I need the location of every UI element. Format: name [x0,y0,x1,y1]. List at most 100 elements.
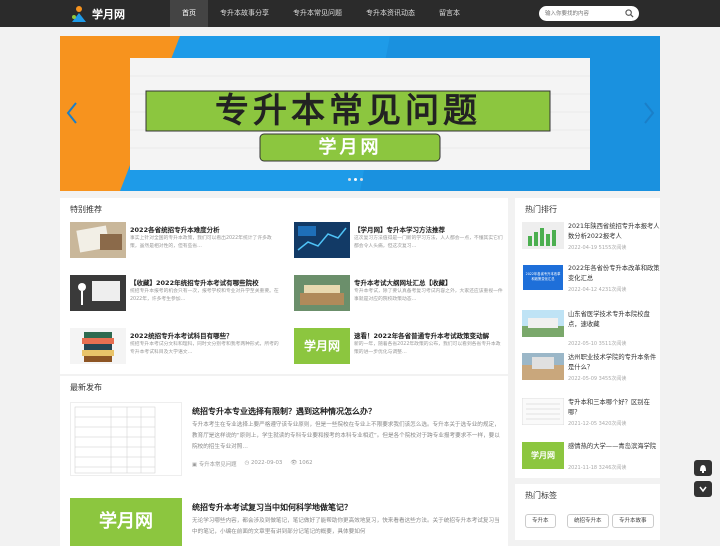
bell-icon [700,465,706,473]
recommend-item[interactable]: 【学月网】专升本学习方法推荐 这次复习方法值得是一门新的学习方法，人人都会一点，… [294,222,504,264]
hot-item-title: 达州职业技术学院的专升本条件是什么？ [568,354,657,371]
banner-dot[interactable] [360,178,363,181]
hot-thumbnail: 学月网 [522,442,564,469]
recommend-item-desc: 事实上针对全国的专升本政策，我们可以看出2022年统计了许多政策，虽然是相对性的… [130,236,272,249]
tags-panel: 热门标签 专升本 统招专升本 专升本故事 [515,484,660,540]
nav-stories[interactable]: 专升本故事分享 [208,0,281,27]
hot-item-title: 专升本和三本哪个好？区别在哪？ [568,399,650,416]
hot-item-title: 2021年陕西省统招专升本报考人数分析2022报考人 [568,223,660,240]
hot-item[interactable]: 学月网 感情热的大学——青岛滨海学院 2021-11-18 3246次阅读 [522,442,662,476]
banner-pagination [348,178,363,181]
nav-news[interactable]: 专升本资讯动态 [354,0,427,27]
top-navbar: 学月网 首页 专升本故事分享 专升本常见问题 专升本资讯动态 留言本 [0,0,720,27]
tag-item[interactable]: 专升本 [525,514,556,528]
recommend-item-title: 2022各省统招专升本难度分析 [130,226,220,234]
hot-thumbnail [522,353,564,380]
hot-item[interactable]: 山东省医学技术专升本院校盘点，速收藏 2022-05-10 3511次阅读 [522,310,662,347]
latest-panel: 最新发布 统招专升本专业选择有限制？遇到这种情况怎么办？ 专升本考生在专业选择上… [60,376,508,546]
news-thumbnail [70,402,182,476]
recommend-item-desc: 这次复习方法值得是一门新的学习方法，人人都会一点，不懂其实它们都会令人头痛，但这… [354,236,503,249]
main-nav: 首页 专升本故事分享 专升本常见问题 专升本资讯动态 留言本 [170,0,472,27]
site-name: 学月网 [92,7,125,21]
hero-banner[interactable]: 专升本常见问题 学月网 [60,36,660,191]
recommend-item-desc: 统招专升本考试分文科和理科，同时文分别考和我考两种形式，所考的专升本考试科目及大… [130,342,279,355]
thumbnail-logo-text: 学月网 [531,451,555,460]
news-category[interactable]: ▣ 专升本常见问题 [192,460,237,468]
recommend-panel: 特别推荐 2022各省统招专升本难度分析 事实上针对全国的专升本政策，我们可以看… [60,198,508,374]
recommend-item[interactable]: 2022统招专升本考试科目有哪些？ 统招专升本考试分文科和理科，同时文分别考和我… [70,328,280,370]
news-item[interactable]: 统招专升本专业选择有限制？遇到这种情况怎么办？ 专升本考生在专业选择上要严格遵守… [70,402,500,490]
hot-panel: 热门排行 2021年陕西省统招专升本报考人数分析2022报考人 2022-04-… [515,198,660,478]
hot-thumbnail: 2022年各省专升本改革和政策变化汇总 [522,264,564,291]
banner-prev-arrow[interactable] [65,101,79,125]
hot-item-meta: 2022-05-09 3455次阅读 [568,376,627,382]
hot-item[interactable]: 专升本和三本哪个好？区别在哪？ 2021-12-05 3420次阅读 [522,398,662,432]
hot-item-title: 2022年各省份专升本改革和政策变化汇总 [568,265,660,282]
banner-dot[interactable] [348,178,351,181]
banner-badge: 学月网 [318,137,382,158]
news-desc: 专升本考生在专业选择上要严格遵守该专业原则，但是一些院校在专业上不限要求我们该怎… [192,422,500,450]
search-input[interactable] [539,6,619,21]
banner-next-arrow[interactable] [642,101,656,125]
hot-item-meta: 2022-04-19 5155次阅读 [568,245,627,251]
nav-faq[interactable]: 专升本常见问题 [281,0,354,27]
hot-thumbnail [522,310,564,337]
tag-item[interactable]: 专升本故事 [612,514,654,528]
hot-item[interactable]: 2021年陕西省统招专升本报考人数分析2022报考人 2022-04-19 51… [522,222,662,256]
banner-headline: 专升本常见问题 [215,91,481,131]
recommend-item-desc: 新的一年，随着各省2022年政策的公布，我们可以看到各省专升本政策的进一步优化与… [354,342,501,355]
site-logo[interactable]: 学月网 [70,3,125,24]
recommend-thumbnail [294,222,350,258]
search-box [539,6,639,21]
news-title[interactable]: 统招专升本专业选择有限制？遇到这种情况怎么办？ [192,406,376,417]
recommend-item-title: 速看！2022年各省普通专升本考试政策变动解 [354,332,490,340]
search-icon[interactable] [625,9,634,18]
recommend-item-title: 【收藏】2022年统招专升本考试有哪些院校 [130,279,259,287]
hot-item[interactable]: 达州职业技术学院的专升本条件是什么？ 2022-05-09 3455次阅读 [522,353,662,387]
news-meta: ▣ 专升本常见问题 ◷ 2022-09-03 👁 1062 [192,460,313,468]
recommend-item-title: 专升本考试大纲网址汇总【收藏】 [354,279,452,287]
hot-item[interactable]: 2022年各省专升本改革和政策变化汇总 2022年各省份专升本改革和政策变化汇总… [522,264,662,298]
recommend-thumbnail [70,222,126,258]
news-views: 👁 1062 [290,460,313,466]
news-item[interactable]: 学月网 统招专升本考试复习当中如何科学地做笔记？ 无论学习哪些内容，都会涉及到做… [70,498,500,546]
nav-guestbook[interactable]: 留言本 [427,0,472,27]
recommend-thumbnail [70,275,126,311]
hot-item-title: 山东省医学技术专升本院校盘点，速收藏 [568,311,650,328]
recommend-thumbnail [294,275,350,311]
news-desc: 无论学习哪些内容，都会涉及到做笔记，笔记做好了能帮助你更高效地复习，快来看看这些… [192,518,500,535]
tags-title: 热门标签 [525,491,557,500]
banner-dot-active[interactable] [354,178,357,181]
news-title[interactable]: 统招专升本考试复习当中如何科学地做笔记？ [192,502,352,513]
hot-item-meta: 2021-12-05 3420次阅读 [568,421,627,427]
recommend-thumbnail: 学月网 [294,328,350,364]
feedback-button[interactable] [694,460,712,476]
nav-home[interactable]: 首页 [170,0,208,27]
hot-item-title: 感情热的大学——青岛滨海学院 [568,443,657,450]
recommend-item-title: 2022统招专升本考试科目有哪些？ [130,332,233,340]
scroll-down-button[interactable] [694,481,712,497]
recommend-item[interactable]: 2022各省统招专升本难度分析 事实上针对全国的专升本政策，我们可以看出2022… [70,222,280,264]
logo-icon [72,5,86,22]
thumbnail-logo-text: 学月网 [99,511,153,532]
hot-thumbnail [522,222,564,249]
thumbnail-logo-text: 学月网 [303,339,340,353]
news-thumbnail: 学月网 [70,498,182,546]
news-date: ◷ 2022-09-03 [244,460,283,466]
recommend-item-title: 【学月网】专升本学习方法推荐 [354,226,445,234]
hot-item-meta: 2022-05-10 3511次阅读 [568,341,627,347]
recommend-item[interactable]: 专升本考试大纲网址汇总【收藏】 专升本考试，除了要认真备考复习考试内容之外，大家… [294,275,504,317]
tag-item[interactable]: 统招专升本 [567,514,609,528]
hot-item-meta: 2021-11-18 3246次阅读 [568,465,627,471]
hot-title: 热门排行 [525,205,557,214]
recommend-thumbnail [70,328,126,364]
hot-thumbnail [522,398,564,425]
recommend-item[interactable]: 学月网 速看！2022年各省普通专升本考试政策变动解 新的一年，随着各省2022… [294,328,504,370]
hot-thumbnail-text: 2022年各省专升本改革和政策变化汇总 [525,272,561,281]
hot-item-meta: 2022-04-12 4231次阅读 [568,287,627,293]
recommend-title: 特别推荐 [70,205,102,214]
chevron-down-icon [699,486,707,493]
recommend-item-desc: 统招专升本报考的机会只有一次，报考学校和专业对升学至关重要。在2022年，许多考… [130,289,279,302]
recommend-item[interactable]: 【收藏】2022年统招专升本考试有哪些院校 统招专升本报考的机会只有一次，报考学… [70,275,280,317]
recommend-item-desc: 专升本考试，除了要认真备考复习考试内容之外，大家还应该重视一件事就是对应的院校政… [354,289,503,302]
